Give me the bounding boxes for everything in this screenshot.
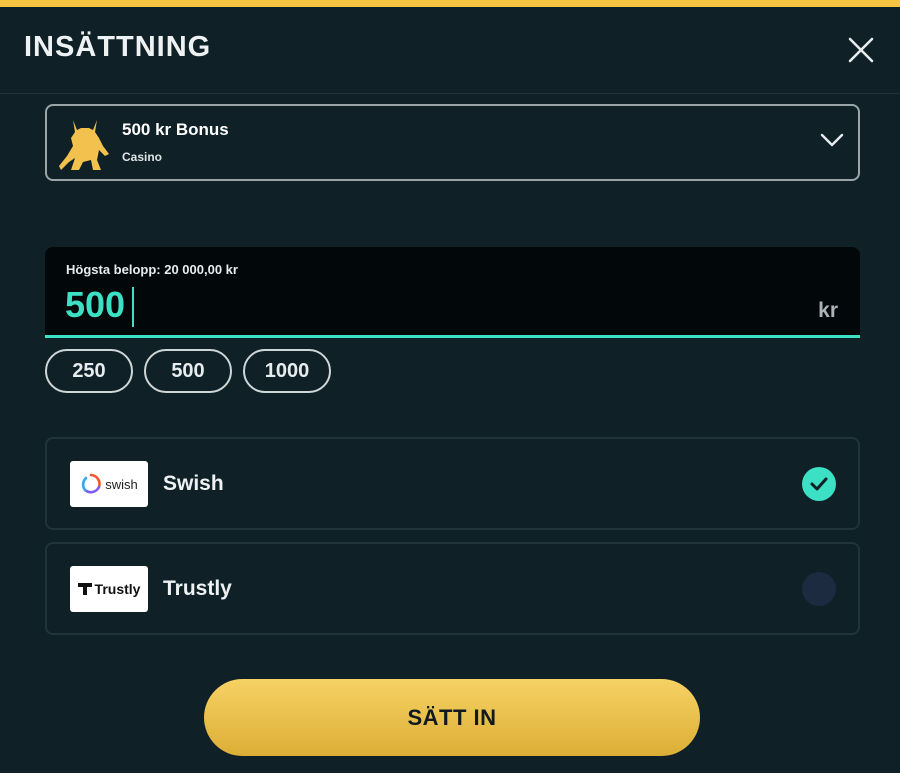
text-caret (132, 287, 134, 327)
trustly-radio[interactable] (802, 572, 836, 606)
quick-amount-1000[interactable]: 1000 (243, 349, 331, 393)
quick-amount-250[interactable]: 250 (45, 349, 133, 393)
swish-label: Swish (163, 472, 224, 495)
payment-method-trustly[interactable]: Trustly Trustly (45, 542, 860, 635)
modal-header: INSÄTTNING (0, 7, 900, 94)
quick-amount-500[interactable]: 500 (144, 349, 232, 393)
check-icon (810, 477, 828, 491)
swish-radio[interactable] (802, 467, 836, 501)
swish-logo-text: swish (105, 476, 138, 492)
bonus-subtitle: Casino (122, 150, 163, 164)
bull-icon (59, 120, 109, 170)
trustly-logo-text: Trustly (94, 581, 141, 597)
trustly-label: Trustly (163, 577, 232, 600)
amount-field[interactable]: Högsta belopp: 20 000,00 kr kr (45, 247, 860, 338)
modal-title: INSÄTTNING (24, 31, 212, 63)
swish-logo: swish (70, 461, 148, 507)
swish-swirl-icon (82, 473, 102, 494)
close-icon[interactable] (848, 37, 874, 63)
bonus-dropdown[interactable]: 500 kr Bonus Casino (45, 104, 860, 181)
trustly-t-icon (77, 583, 92, 595)
trustly-logo: Trustly (70, 566, 148, 612)
deposit-button[interactable]: SÄTT IN (204, 679, 700, 756)
payment-method-swish[interactable]: swish Swish (45, 437, 860, 530)
top-accent-bar (0, 0, 900, 7)
chevron-down-icon (820, 133, 844, 147)
amount-input[interactable] (65, 283, 665, 327)
bonus-title: 500 kr Bonus (122, 120, 229, 139)
currency-label: kr (818, 299, 838, 322)
max-amount-label: Högsta belopp: 20 000,00 kr (66, 262, 238, 277)
